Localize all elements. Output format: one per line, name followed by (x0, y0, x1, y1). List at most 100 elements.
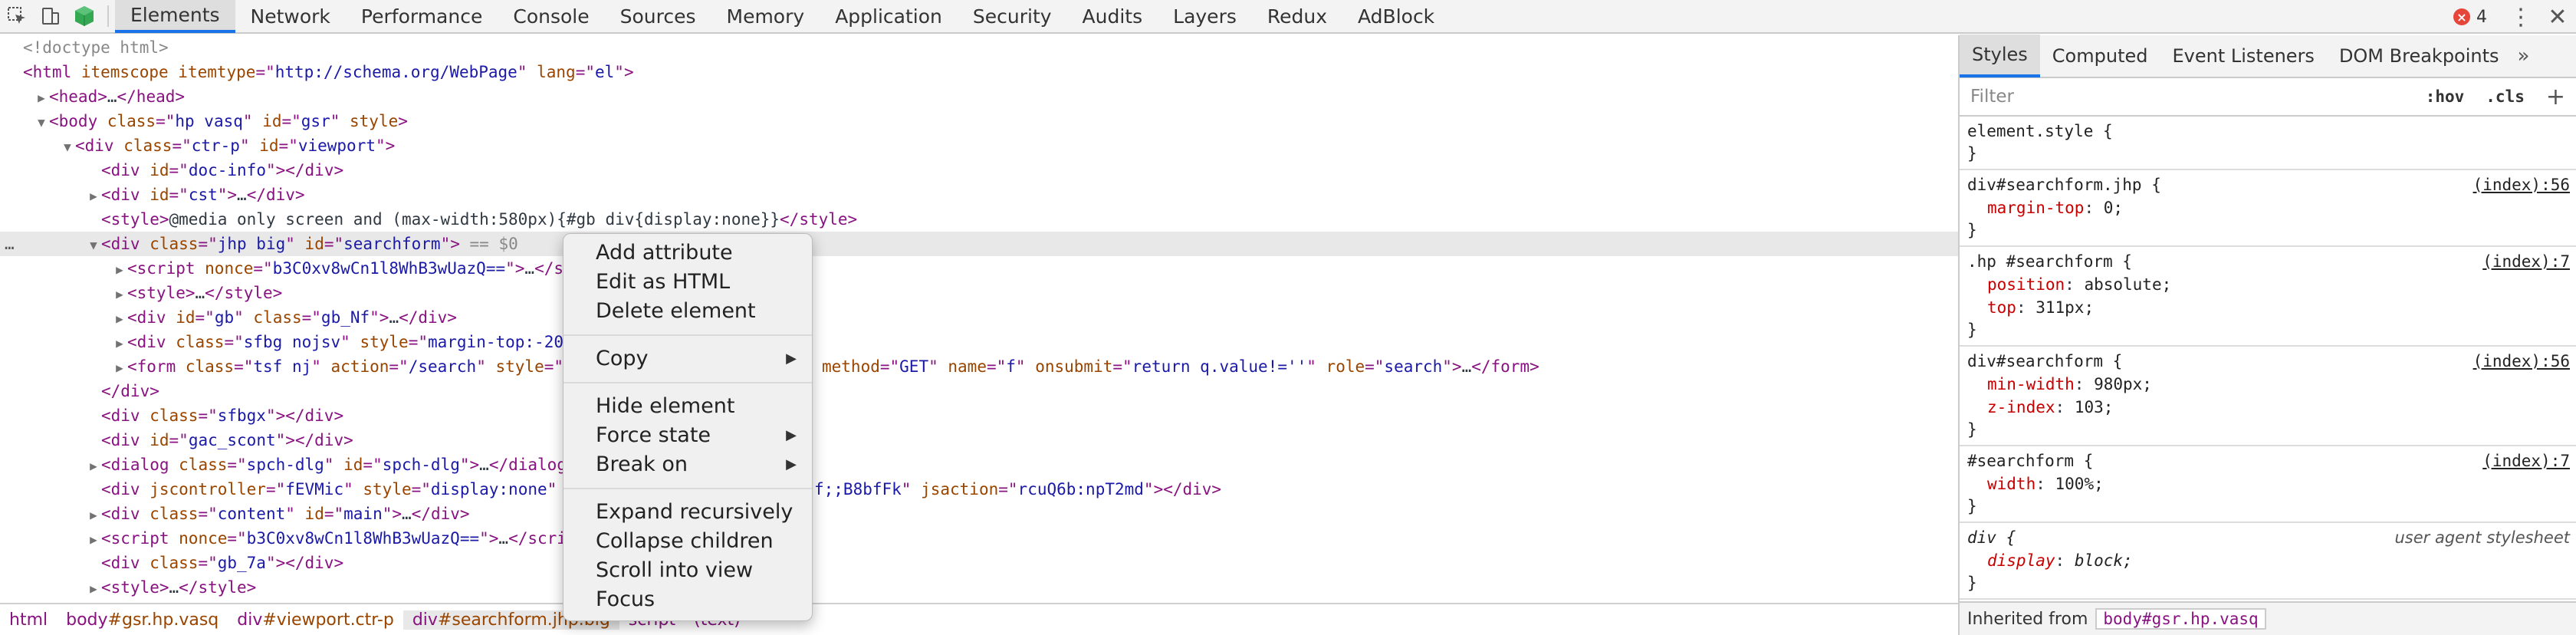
dom-node-line[interactable]: … ▼ <div class="jhp big" id="searchform"> … (0, 232, 1958, 256)
menu-item-break-on[interactable]: Break on ▶ (564, 450, 812, 479)
rule-source-link[interactable]: (index):56 (2473, 173, 2570, 196)
dom-node-line[interactable]: ▶ <script nonce="b3C0xv8wCn1l8WhB3wUazQ==… (0, 526, 1958, 551)
sidebar-tab-dom-breakpoints[interactable]: DOM Breakpoints (2327, 35, 2512, 77)
css-property[interactable]: min-width: 980px; (1967, 373, 2570, 396)
dom-token: =" (255, 63, 275, 81)
tab-redux[interactable]: Redux (1252, 0, 1342, 33)
tab-performance[interactable]: Performance (346, 0, 498, 33)
menu-item-delete-element[interactable]: Delete element (564, 297, 812, 326)
dom-node-line[interactable]: <div class="gb_7a"></div> (0, 551, 1958, 575)
node-actions-icon[interactable]: … (5, 232, 15, 256)
close-icon[interactable]: ✕ (2539, 0, 2576, 34)
styles-filter-input[interactable]: Filter (1970, 87, 2415, 107)
style-rule: #searchform {(index):7 width: 100%;} (1960, 446, 2576, 523)
css-property[interactable]: display: block; (1967, 549, 2570, 572)
dom-node-line[interactable]: ▶ <div id="gb" class="gb_Nf">…</div> (0, 305, 1958, 330)
dom-node-line[interactable]: ▶ <div id="cst">…</div> (0, 183, 1958, 207)
tab-audits[interactable]: Audits (1067, 0, 1158, 33)
expand-triangle-icon[interactable]: ▶ (112, 356, 127, 380)
hover-state-toggle[interactable]: :hov (2415, 87, 2476, 106)
dom-node-line[interactable]: <div jscontroller="fEVMic" style="displa… (0, 477, 1958, 502)
css-property[interactable]: position: absolute; (1967, 273, 2570, 296)
expand-triangle-icon[interactable]: ▶ (112, 258, 127, 282)
expand-triangle-icon[interactable]: ▶ (86, 577, 101, 601)
expand-triangle-icon[interactable]: ▶ (86, 184, 101, 209)
menu-item-hide-element[interactable]: Hide element (564, 392, 812, 421)
device-toolbar-icon[interactable] (34, 0, 67, 33)
error-count: 4 (2476, 7, 2487, 27)
css-property-name: min-width (1987, 375, 2075, 393)
rule-selector[interactable]: element.style { (1967, 120, 2570, 143)
css-property[interactable]: margin-top: 0; (1967, 196, 2570, 219)
dom-node-line[interactable]: <html itemscope itemtype="http://schema.… (0, 60, 1958, 84)
tab-sources[interactable]: Sources (605, 0, 711, 33)
rule-source-link[interactable]: (index):7 (2482, 449, 2570, 472)
expand-triangle-icon[interactable]: ▶ (112, 307, 127, 331)
css-property[interactable]: z-index: 103; (1967, 396, 2570, 419)
css-property[interactable]: top: 311px; (1967, 296, 2570, 319)
collapse-triangle-icon[interactable]: ▼ (34, 110, 49, 135)
dom-node-line[interactable]: </div> (0, 379, 1958, 403)
menu-item-scroll-into-view[interactable]: Scroll into view (564, 556, 812, 585)
dom-node-line[interactable]: ▶ <style>…</style> (0, 281, 1958, 305)
tab-adblock[interactable]: AdBlock (1342, 0, 1450, 33)
error-counter[interactable]: × 4 (2453, 8, 2487, 27)
dom-node-line[interactable]: ▼ <body class="hp vasq" id="gsr" style> (0, 109, 1958, 133)
menu-item-copy[interactable]: Copy ▶ (564, 344, 812, 373)
extension-cube-icon[interactable] (67, 0, 101, 33)
tab-console[interactable]: Console (498, 0, 604, 33)
menu-item-force-state[interactable]: Force state ▶ (564, 421, 812, 450)
dom-node-line[interactable]: ▼ <div class="ctr-p" id="viewport"> (0, 133, 1958, 158)
inspect-element-icon[interactable] (0, 0, 34, 33)
collapse-triangle-icon[interactable]: ▼ (86, 233, 101, 258)
expand-triangle-icon[interactable]: ▶ (86, 454, 101, 479)
menu-item-expand-recursively[interactable]: Expand recursively (564, 498, 812, 527)
dom-node-line[interactable]: ▶ <dialog class="spch-dlg" id="spch-dlg">… (0, 452, 1958, 477)
tab-memory[interactable]: Memory (711, 0, 820, 33)
dom-token: class (123, 137, 172, 155)
breadcrumb-item[interactable]: div#viewport.ctr-p (228, 610, 403, 630)
dom-node-line[interactable]: ▶ <head>…</head> (0, 84, 1958, 109)
dom-node-line[interactable]: ▶ <div class="content" id="main">…</div> (0, 502, 1958, 526)
sidebar-tab-computed[interactable]: Computed (2040, 35, 2160, 77)
expand-triangle-icon[interactable]: ▶ (34, 86, 49, 110)
rule-source-link[interactable]: (index):56 (2473, 350, 2570, 373)
dom-node-line[interactable]: ▶ <div class="sfbg nojsv" style="margin-t… (0, 330, 1958, 354)
rule-selector[interactable]: .hp #searchform { (1967, 250, 2570, 273)
sidebar-tab-event-listeners[interactable]: Event Listeners (2160, 35, 2326, 77)
more-options-icon[interactable]: ⋮ (2502, 0, 2539, 34)
sidebar-tab-styles[interactable]: Styles (1960, 35, 2040, 77)
class-toggle[interactable]: .cls (2475, 87, 2535, 106)
menu-item-edit-as-html[interactable]: Edit as HTML (564, 268, 812, 297)
dom-node-line[interactable]: <div class="sfbgx"></div> (0, 403, 1958, 428)
dom-node-line[interactable]: ▶ <script nonce="b3C0xv8wCn1l8WhB3wUazQ==… (0, 256, 1958, 281)
tab-network[interactable]: Network (235, 0, 346, 33)
rule-selector[interactable]: #searchform { (1967, 449, 2570, 472)
expand-triangle-icon[interactable]: ▶ (86, 503, 101, 528)
breadcrumb-item[interactable]: html (0, 610, 57, 630)
dom-node-line[interactable]: ▶ <style>…</style> (0, 575, 1958, 600)
breadcrumb-item[interactable]: body#gsr.hp.vasq (57, 610, 228, 630)
menu-item-add-attribute[interactable]: Add attribute (564, 239, 812, 268)
rule-source-link[interactable]: (index):7 (2482, 250, 2570, 273)
dom-node-line[interactable]: <!doctype html> (0, 35, 1958, 60)
expand-triangle-icon[interactable]: ▶ (112, 282, 127, 307)
expand-triangle-icon[interactable]: ▶ (86, 528, 101, 552)
inherited-node-link[interactable]: body#gsr.hp.vasq (2095, 608, 2266, 630)
more-tabs-icon[interactable]: » (2518, 44, 2530, 67)
menu-item-focus[interactable]: Focus (564, 585, 812, 614)
collapse-triangle-icon[interactable]: ▼ (60, 135, 75, 160)
dom-node-line[interactable]: <style>@media only screen and (max-width… (0, 207, 1958, 232)
dom-token: id (304, 505, 324, 523)
tab-elements[interactable]: Elements (115, 0, 235, 33)
css-property[interactable]: width: 100%; (1967, 472, 2570, 495)
dom-node-line[interactable]: <div id="doc-info"></div> (0, 158, 1958, 183)
menu-item-collapse-children[interactable]: Collapse children (564, 527, 812, 556)
dom-node-line[interactable]: ▶ <form class="tsf nj" action="/search" s… (0, 354, 1958, 379)
tab-application[interactable]: Application (820, 0, 958, 33)
new-style-rule-icon[interactable]: + (2535, 84, 2576, 110)
tab-layers[interactable]: Layers (1158, 0, 1252, 33)
dom-node-line[interactable]: <div id="gac_scont"></div> (0, 428, 1958, 452)
tab-security[interactable]: Security (958, 0, 1067, 33)
expand-triangle-icon[interactable]: ▶ (112, 331, 127, 356)
